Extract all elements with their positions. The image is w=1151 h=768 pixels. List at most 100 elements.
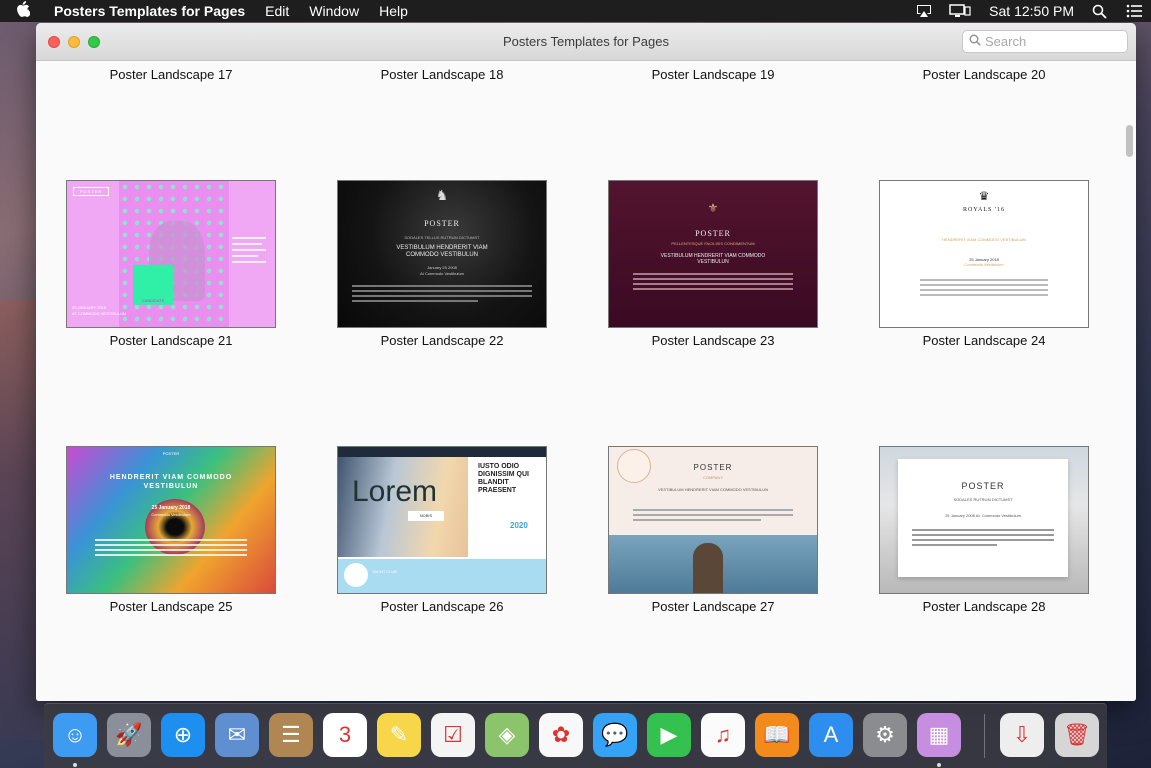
- template-thumbnail-23[interactable]: ⚜ POSTER PELLENTESQUE FACILISIS CONDIMEN…: [608, 180, 818, 328]
- trash-icon[interactable]: 🗑: [1055, 713, 1099, 757]
- club-band: YACHT CLUB: [338, 559, 546, 593]
- template-label-25[interactable]: Poster Landscape 25: [51, 599, 291, 614]
- menu-bar: Posters Templates for Pages Edit Window …: [0, 0, 1151, 22]
- template-label-20[interactable]: Poster Landscape 20: [864, 67, 1104, 82]
- posters-templates-app-icon[interactable]: ▦: [917, 713, 961, 757]
- template-thumbnail-25[interactable]: POSTER HENDRERIT VIAM COMMODO VESTIBULUN…: [66, 446, 276, 594]
- finder-icon[interactable]: ☺: [53, 713, 97, 757]
- calendar-icon[interactable]: 3: [323, 713, 367, 757]
- dock-separator: [984, 714, 985, 758]
- photos-icon[interactable]: ✿: [539, 713, 583, 757]
- thumb-title: POSTER: [424, 219, 460, 228]
- thumb-date: 25 January 2018: [151, 505, 191, 511]
- template-thumbnail-21[interactable]: CANDIDATE POSTER 25 JANUARY 2018 AT COMM…: [66, 180, 276, 328]
- template-thumbnail-24[interactable]: ♛ ROYALS '16 HENDRERIT VIAM COMMODO VEST…: [879, 180, 1089, 328]
- search-field[interactable]: [962, 30, 1128, 53]
- ibooks-icon[interactable]: 📖: [755, 713, 799, 757]
- body-text-lines: [633, 509, 793, 524]
- mail-icon[interactable]: ✉: [215, 713, 259, 757]
- body-text-lines: [95, 539, 247, 559]
- downloads-stack-icon[interactable]: ⇩: [1000, 713, 1044, 757]
- vertical-scrollbar[interactable]: [1126, 125, 1133, 157]
- thumb-title: POSTER: [695, 229, 731, 238]
- body-text-lines: [920, 279, 1048, 299]
- template-thumbnail-27[interactable]: POSTER COMPANY VESTIBULUM HENDRERIT VIAM…: [608, 446, 818, 594]
- menu-app-name[interactable]: Posters Templates for Pages: [46, 3, 255, 19]
- safari-icon[interactable]: ⊕: [161, 713, 205, 757]
- text-line: [232, 243, 262, 245]
- building-photo: [693, 543, 723, 593]
- template-grid: Poster Landscape 17 Poster Landscape 18 …: [36, 61, 1136, 701]
- reminders-icon[interactable]: ☑: [431, 713, 475, 757]
- notification-center-icon[interactable]: [1126, 4, 1142, 18]
- thumb-venue: Commodo Vestibulum: [151, 512, 191, 517]
- dock: ☺ 🚀 ⊕ ✉ ☰ 3 ✎ ☑ ◈ ✿ 💬 ▶ ♫ 📖 A ⚙ ▦ ⇩ 🗑: [44, 703, 1107, 768]
- menu-help[interactable]: Help: [369, 3, 418, 19]
- body-text-lines: [633, 273, 793, 293]
- menu-window[interactable]: Window: [299, 3, 369, 19]
- template-label-27[interactable]: Poster Landscape 27: [593, 599, 833, 614]
- template-label-24[interactable]: Poster Landscape 24: [864, 333, 1104, 348]
- template-label-18[interactable]: Poster Landscape 18: [322, 67, 562, 82]
- thumb-heading: VESTIBULUM HENDRERIT VIAM COMMODO VESTIB…: [658, 487, 768, 492]
- menubar-clock[interactable]: Sat 12:50 PM: [989, 3, 1074, 19]
- maps-icon[interactable]: ◈: [485, 713, 529, 757]
- thumb-subtitle: SODALES TELLUS RUTRUM DICTUMST: [404, 235, 480, 240]
- notes-icon[interactable]: ✎: [377, 713, 421, 757]
- thumb-heading: VESTIBULUM HENDRERIT VIAM COMMODO VESTIB…: [660, 253, 766, 265]
- menu-edit[interactable]: Edit: [255, 3, 299, 19]
- green-badge: CANDIDATE: [133, 265, 173, 305]
- display-icon[interactable]: [949, 4, 971, 18]
- template-label-19[interactable]: Poster Landscape 19: [593, 67, 833, 82]
- thumb-year: 2020: [510, 521, 528, 530]
- thumb-subtitle: COMPANY: [703, 475, 723, 480]
- search-input[interactable]: [985, 34, 1115, 49]
- template-label-17[interactable]: Poster Landscape 17: [51, 67, 291, 82]
- template-label-22[interactable]: Poster Landscape 22: [322, 333, 562, 348]
- thumb-date: 25 JANUARY 2018: [72, 305, 107, 310]
- template-label-28[interactable]: Poster Landscape 28: [864, 599, 1104, 614]
- template-label-23[interactable]: Poster Landscape 23: [593, 333, 833, 348]
- content-card: POSTER SODALES RUTRUM DICTUMST 25 Januar…: [898, 459, 1068, 577]
- horse-logo-icon: ♞: [435, 187, 449, 203]
- template-label-26[interactable]: Poster Landscape 26: [322, 599, 562, 614]
- text-line: [232, 255, 258, 257]
- thumb-heading: IUSTO ODIO DIGNISSIM QUI BLANDIT PRAESEN…: [478, 463, 529, 494]
- contacts-icon[interactable]: ☰: [269, 713, 313, 757]
- thumb-date: 25 January 2008 At: Commodo Vestibulum: [945, 513, 1021, 518]
- text-line: [232, 261, 266, 263]
- text-line: [232, 237, 266, 239]
- spotlight-icon[interactable]: [1092, 4, 1108, 19]
- template-thumbnail-22[interactable]: ♞ POSTER SODALES TELLUS RUTRUM DICTUMST …: [337, 180, 547, 328]
- crown-icon: ♛: [978, 189, 990, 203]
- title-bar[interactable]: Posters Templates for Pages: [36, 23, 1136, 61]
- apple-icon[interactable]: [0, 1, 46, 21]
- template-thumbnail-26[interactable]: Lorem IUSTO ODIO DIGNISSIM QUI BLANDIT P…: [337, 446, 547, 594]
- app-store-icon[interactable]: A: [809, 713, 853, 757]
- poster-tag: POSTER: [73, 187, 109, 196]
- thumb-heading: HENDRERIT VIAM COMMODO VESTIBULUM: [942, 237, 1026, 242]
- template-label-21[interactable]: Poster Landscape 21: [51, 333, 291, 348]
- thumb-heading: HENDRERIT VIAM COMMODO VESTIBULUN: [109, 474, 233, 490]
- launchpad-icon[interactable]: 🚀: [107, 713, 151, 757]
- thumb-venue: Commodo Vestibulum: [964, 262, 1004, 267]
- crest-logo-icon: ⚜: [707, 201, 719, 215]
- template-thumbnail-28[interactable]: POSTER SODALES RUTRUM DICTUMST 25 Januar…: [879, 446, 1089, 594]
- messages-icon[interactable]: 💬: [593, 713, 637, 757]
- thumb-subtitle: PELLENTESQUE FACILISIS CONDIMENTUM: [671, 241, 755, 246]
- running-indicator: [937, 763, 941, 767]
- thumb-venue: At Commodo Vestibulum: [419, 271, 465, 276]
- badge-text: CANDIDATE: [141, 298, 165, 303]
- system-preferences-icon[interactable]: ⚙: [863, 713, 907, 757]
- top-bar: [338, 447, 546, 457]
- poster-tag-text: POSTER: [79, 189, 103, 194]
- facetime-icon[interactable]: ▶: [647, 713, 691, 757]
- text-line: [232, 249, 266, 251]
- thumb-subtitle: SODALES RUTRUM DICTUMST: [953, 497, 1013, 502]
- thumb-title: ROYALS '16: [963, 207, 1005, 213]
- thumb-big-title: Lorem: [352, 475, 438, 508]
- airplay-icon[interactable]: [915, 4, 932, 18]
- yacht-logo-icon: [344, 563, 368, 587]
- itunes-icon[interactable]: ♫: [701, 713, 745, 757]
- thumb-title: POSTER: [961, 481, 1005, 491]
